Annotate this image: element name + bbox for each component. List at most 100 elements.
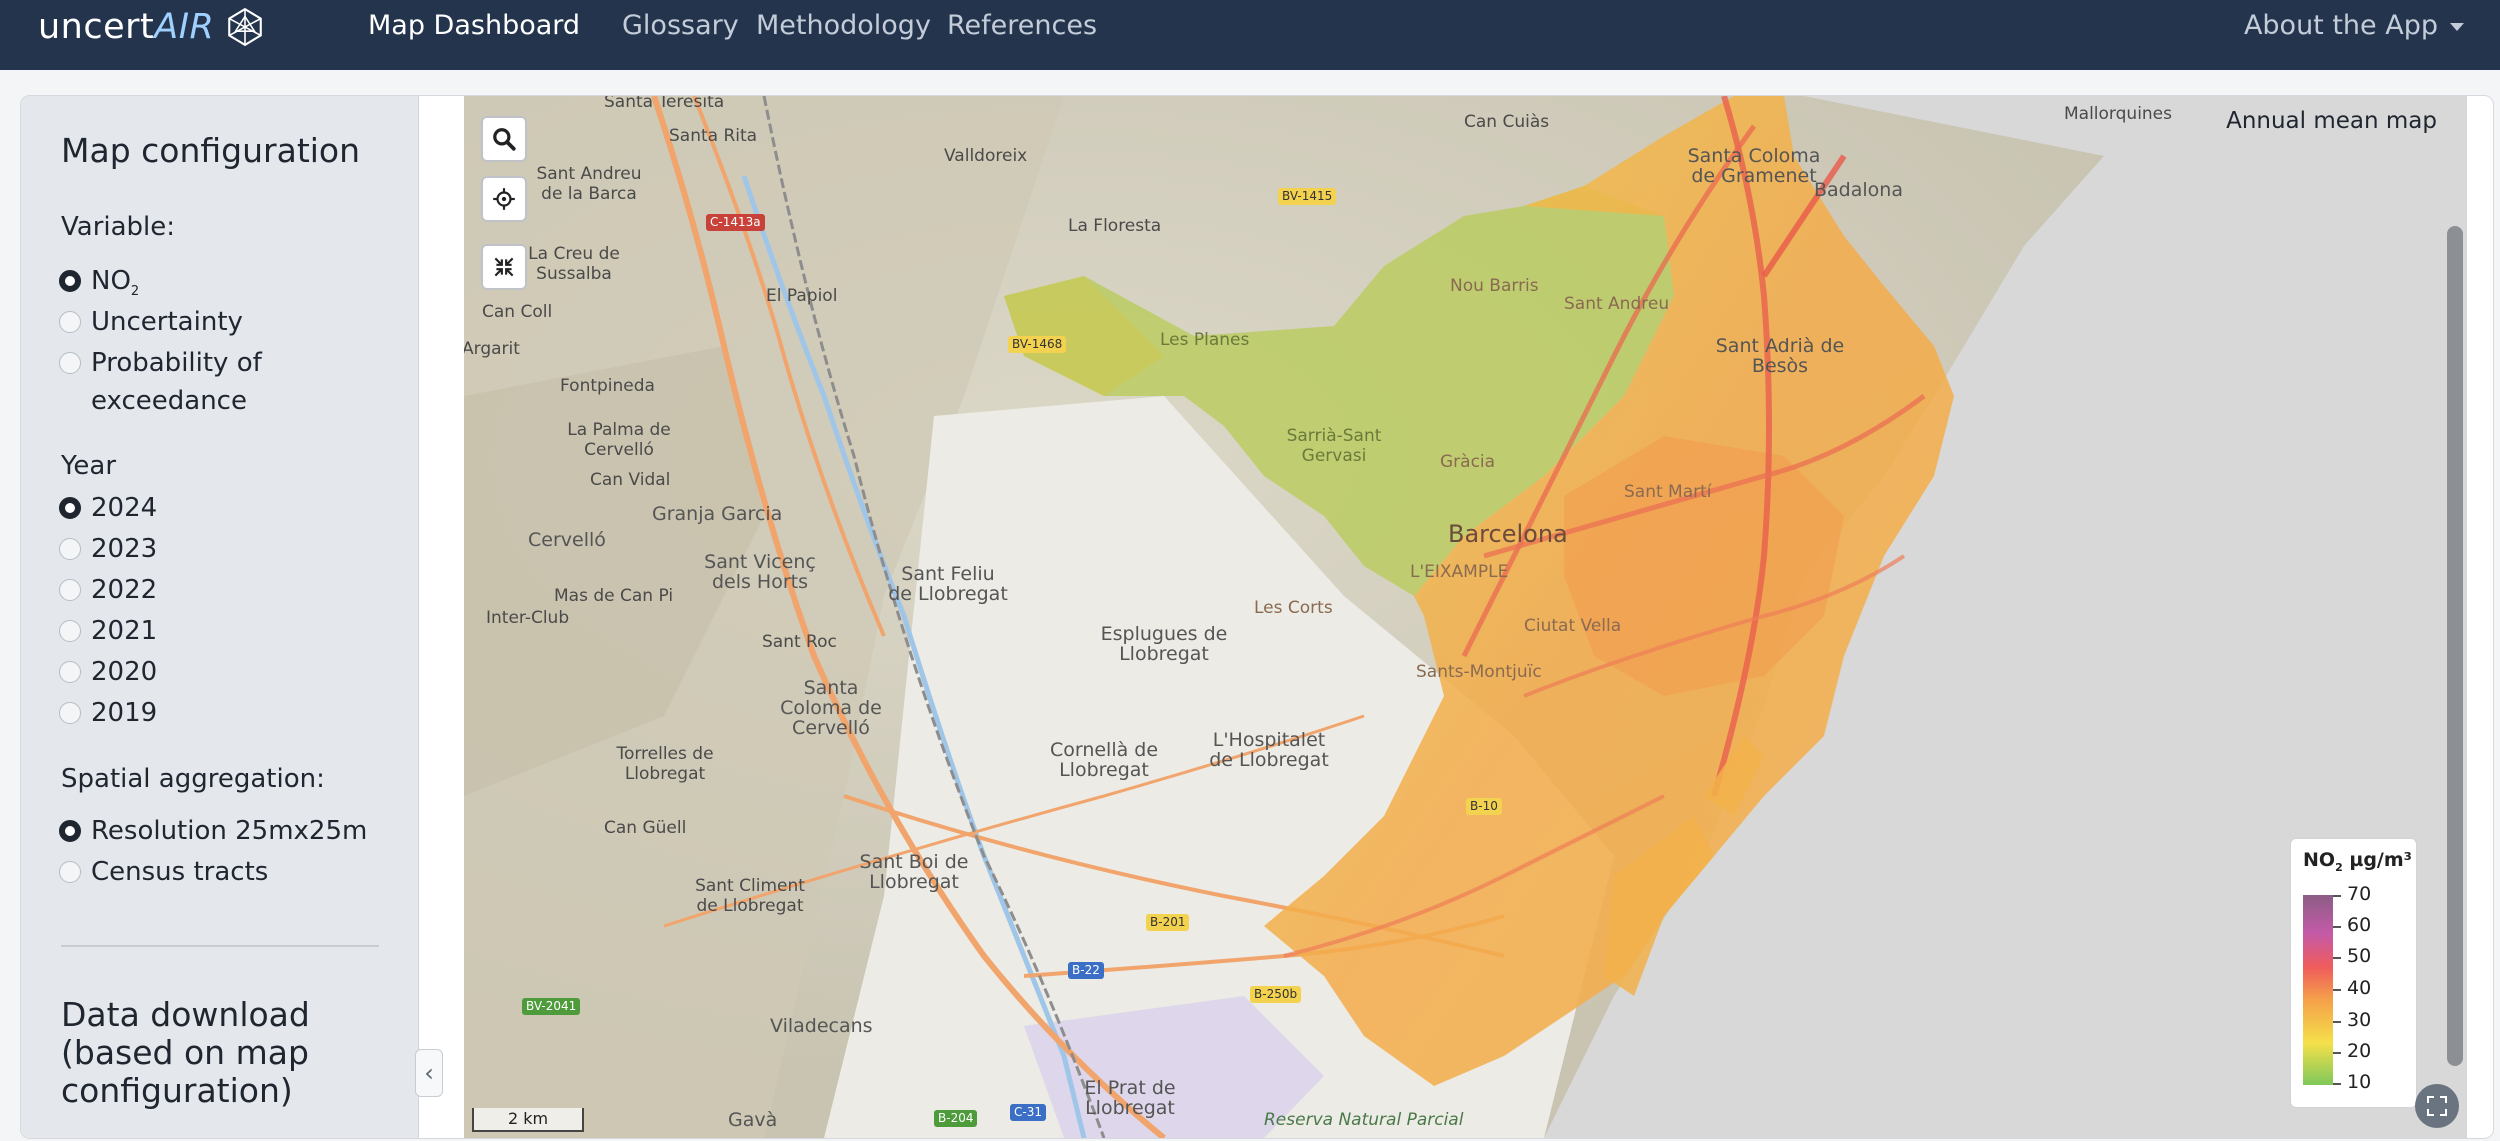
- road-shield: B-10: [1466, 798, 1502, 815]
- radio-variable-probability[interactable]: Probability of exceedance: [59, 344, 299, 420]
- legend-tick: [2333, 1083, 2341, 1085]
- map-label: Sant Andreu de la Barca: [536, 164, 642, 204]
- map-search-button[interactable]: [481, 116, 527, 162]
- legend-tick: [2333, 1052, 2341, 1054]
- map-label: Les Planes: [1160, 330, 1250, 350]
- nav-methodology[interactable]: Methodology: [756, 10, 931, 41]
- spatial-aggregation-label: Spatial aggregation:: [61, 764, 325, 794]
- radio-variable-uncertainty[interactable]: Uncertainty: [59, 303, 243, 341]
- radio-button[interactable]: [59, 311, 81, 333]
- radio-label: 2021: [91, 616, 158, 646]
- map-label: Sant Adrià de Besòs: [1715, 335, 1845, 377]
- map-label: Can Vidal: [590, 470, 671, 490]
- map-label: Can Coll: [482, 302, 553, 322]
- radio-button[interactable]: [59, 661, 81, 683]
- radio-button[interactable]: [59, 538, 81, 560]
- map-label: Les Corts: [1254, 598, 1333, 618]
- map-scrollbar[interactable]: [2447, 226, 2463, 1066]
- radio-button[interactable]: [59, 702, 81, 724]
- radio-aggregation-resolution[interactable]: Resolution 25mx25m: [59, 812, 367, 850]
- radio-year-2023[interactable]: 2023: [59, 530, 157, 568]
- map-label: Torrelles de Llobregat: [616, 744, 714, 784]
- radio-button[interactable]: [59, 270, 81, 292]
- legend-tick: [2333, 989, 2341, 991]
- collapse-arrows-icon: [494, 257, 514, 277]
- map-reset-extent-button[interactable]: [481, 244, 527, 290]
- map-label: Sant Boi de Llobregat: [859, 851, 969, 893]
- map-label: L'Hospitalet de Llobregat: [1209, 729, 1329, 771]
- radio-label: 2019: [91, 698, 158, 728]
- caret-down-icon: [2450, 22, 2464, 31]
- map-label: La Palma de Cervelló: [567, 420, 671, 460]
- legend-title: NO2 µg/m³: [2303, 849, 2412, 874]
- nav-references[interactable]: References: [947, 10, 1097, 41]
- map-label: Reserva Natural Parcial: [1264, 1110, 1464, 1130]
- search-icon: [493, 128, 516, 151]
- expand-icon: [2427, 1096, 2447, 1116]
- road-shield: B-201: [1146, 914, 1190, 931]
- crosshair-icon: [493, 188, 515, 210]
- map-label: La Floresta: [1068, 216, 1162, 236]
- radio-button[interactable]: [59, 352, 81, 374]
- data-download-title: Data download (based on map configuratio…: [61, 995, 310, 1110]
- no2-map[interactable]: Santa Teresita Santa Rita Sant Andreu de…: [464, 96, 2467, 1138]
- map-label: Valldoreix: [944, 146, 1028, 166]
- radio-label: 2024: [91, 493, 158, 523]
- radio-label: 2023: [91, 534, 158, 564]
- radio-year-2024[interactable]: 2024: [59, 489, 157, 527]
- collapse-sidebar-button[interactable]: ‹: [415, 1049, 443, 1097]
- map-label: Sants-Montjuïc: [1416, 662, 1542, 682]
- map-label: Santa Rita: [669, 126, 758, 146]
- map-label: El Prat de Llobregat: [1084, 1077, 1176, 1119]
- radio-year-2022[interactable]: 2022: [59, 571, 157, 609]
- about-app-dropdown[interactable]: About the App: [2244, 10, 2464, 41]
- map-label: Sant Vicenç dels Horts: [704, 551, 816, 593]
- nav-map-dashboard[interactable]: Map Dashboard: [368, 10, 580, 41]
- radio-label: 2020: [91, 657, 158, 687]
- dashboard-card: Map configuration Variable: NO2 Uncertai…: [20, 95, 2494, 1139]
- road-shield: BV-2041: [522, 998, 581, 1015]
- map-label: Gavà: [728, 1109, 778, 1131]
- map-locate-button[interactable]: [481, 176, 527, 222]
- map-label: Esplugues de Llobregat: [1100, 623, 1228, 665]
- map-label: Sant Martí: [1624, 482, 1712, 502]
- legend-value: 30: [2347, 1009, 2372, 1031]
- legend-tick: [2333, 1021, 2341, 1023]
- radio-year-2019[interactable]: 2019: [59, 694, 157, 732]
- radio-button[interactable]: [59, 579, 81, 601]
- map-label: Mallorquines: [2064, 104, 2173, 124]
- map-label: La Creu de Sussalba: [528, 244, 620, 284]
- radio-label: Probability of exceedance: [91, 348, 262, 416]
- map-label: Granja Garcia: [652, 503, 783, 525]
- about-app-label: About the App: [2243, 10, 2438, 41]
- map-label: Cervelló: [528, 529, 606, 551]
- fullscreen-button[interactable]: [2415, 1084, 2459, 1128]
- radio-button[interactable]: [59, 820, 81, 842]
- radio-label: 2022: [91, 575, 158, 605]
- map-label: Badalona: [1814, 179, 1903, 201]
- map-label: Santa Teresita: [604, 96, 725, 112]
- radio-button[interactable]: [59, 497, 81, 519]
- map-label: Gràcia: [1440, 452, 1496, 472]
- basemap: [464, 96, 2467, 1138]
- no2-legend: NO2 µg/m³ 70 60 50 40 30 20 10: [2290, 838, 2417, 1108]
- nav-glossary[interactable]: Glossary: [622, 10, 739, 41]
- map-label: Cornellà de Llobregat: [1049, 739, 1159, 781]
- map-label: Inter-Club: [486, 608, 570, 628]
- road-shield: B-22: [1068, 962, 1104, 979]
- road-shield: B-250b: [1250, 986, 1302, 1003]
- map-label: Sant Andreu: [1564, 294, 1670, 314]
- app-logo[interactable]: uncertAIR: [38, 4, 266, 50]
- road-shield: C-31: [1010, 1104, 1046, 1121]
- radio-aggregation-census[interactable]: Census tracts: [59, 853, 268, 891]
- road-shield: BV-1468: [1008, 336, 1067, 353]
- map-label: Barcelona: [1448, 520, 1568, 548]
- radio-year-2020[interactable]: 2020: [59, 653, 157, 691]
- legend-value: 50: [2347, 945, 2372, 967]
- road-shield: C-1413a: [706, 214, 765, 231]
- radio-year-2021[interactable]: 2021: [59, 612, 157, 650]
- logo-icon: [228, 7, 263, 47]
- top-navbar: uncertAIR Map Dashboard Glossary Methodo…: [0, 0, 2500, 70]
- radio-button[interactable]: [59, 620, 81, 642]
- radio-button[interactable]: [59, 861, 81, 883]
